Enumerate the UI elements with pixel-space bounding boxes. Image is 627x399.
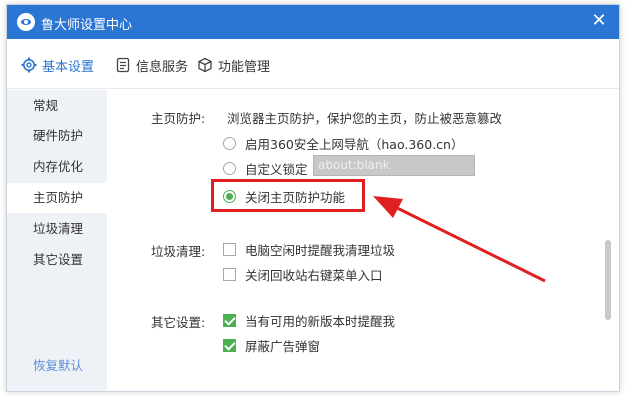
red-arrow-annotation [373,196,546,283]
settings-window: 鲁大师设置中心 ✕ 基本设置 信息服务 功能管理 常规 硬件防护 内存优化 主页… [6,4,620,392]
